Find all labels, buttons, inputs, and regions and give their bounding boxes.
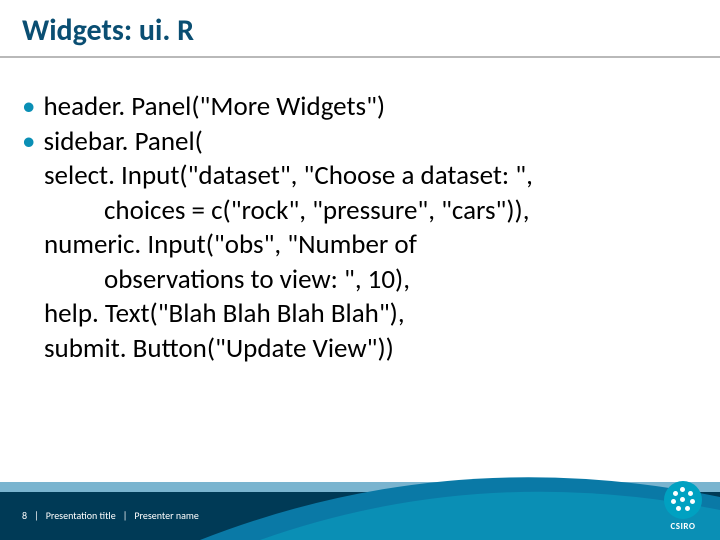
bullet-2: • sidebar. Panel(: [22, 125, 698, 160]
separator-icon: |: [34, 509, 39, 522]
page-number: 8: [22, 509, 27, 522]
content-block: • header. Panel("More Widgets") • sideba…: [22, 90, 698, 366]
footer-text: 8 | Presentation title | Presenter name: [22, 509, 199, 522]
bullet-dot-icon: •: [22, 90, 35, 125]
code-line: choices = c("rock", "pressure", "cars"))…: [22, 194, 698, 229]
logo-dots-icon: [670, 487, 696, 513]
code-line: observations to view: ", 10),: [22, 263, 698, 298]
bullet-1: • header. Panel("More Widgets"): [22, 90, 698, 125]
code-line: help. Text("Blah Blah Blah Blah"),: [22, 297, 698, 332]
code-line: numeric. Input("obs", "Number of: [22, 228, 698, 263]
code-line: submit. Button("Update View")): [22, 332, 698, 367]
logo: CSIRO: [664, 481, 702, 532]
line-7: help. Text("Blah Blah Blah Blah"),: [44, 297, 405, 330]
line-4: choices = c("rock", "pressure", "cars"))…: [104, 194, 529, 227]
page-title: Widgets: ui. R: [22, 12, 194, 49]
logo-text: CSIRO: [671, 521, 696, 532]
footer-swoosh: [0, 462, 720, 540]
slide: Widgets: ui. R • header. Panel("More Wid…: [0, 0, 720, 540]
line-2: sidebar. Panel(: [43, 125, 202, 160]
footer-title: Presentation title: [46, 509, 116, 522]
line-1: header. Panel("More Widgets"): [43, 90, 385, 125]
footer-presenter: Presenter name: [134, 509, 199, 522]
separator-icon: |: [123, 509, 128, 522]
logo-circle-icon: [664, 481, 702, 519]
line-3: select. Input("dataset", "Choose a datas…: [44, 159, 533, 192]
bullet-dot-icon: •: [22, 125, 35, 160]
title-divider: [0, 56, 720, 58]
code-line: select. Input("dataset", "Choose a datas…: [22, 159, 698, 194]
swoosh-icon: [0, 462, 720, 540]
line-5: numeric. Input("obs", "Number of: [44, 228, 417, 261]
line-6: observations to view: ", 10),: [104, 263, 410, 296]
line-8: submit. Button("Update View")): [44, 332, 394, 365]
footer: 8 | Presentation title | Presenter name: [0, 462, 720, 540]
